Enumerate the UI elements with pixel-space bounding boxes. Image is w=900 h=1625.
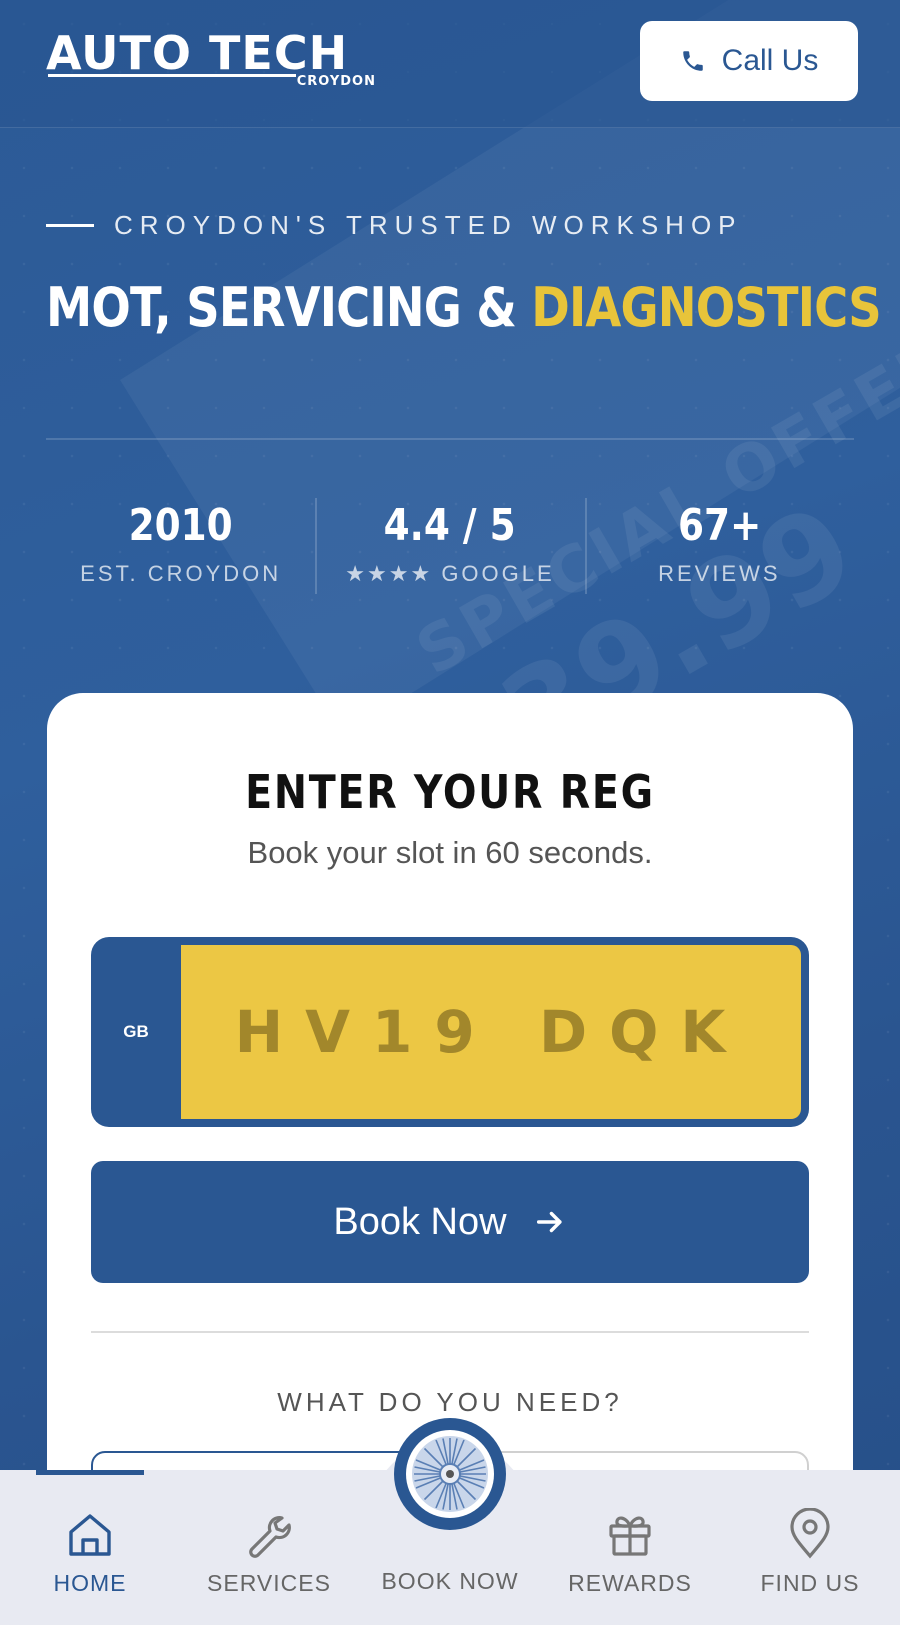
stat-label: GOOGLE: [441, 561, 555, 586]
nav-find-us-label: FIND US: [760, 1570, 860, 1596]
nav-home-label: HOME: [53, 1570, 127, 1596]
location-pin-icon: [790, 1508, 830, 1559]
eyebrow-dash: [46, 224, 94, 227]
service-choice-heading: WHAT DO YOU NEED?: [277, 1387, 623, 1417]
book-now-label: Book Now: [333, 1200, 507, 1243]
logo-sub-text: CROYDON: [296, 74, 376, 89]
headline-white: MOT, SERVICING &: [46, 276, 532, 339]
stat-value: 2010: [128, 500, 233, 551]
phone-icon: [682, 51, 703, 71]
wheel-icon: [406, 1430, 494, 1518]
nav-services-label: SERVICES: [207, 1570, 331, 1596]
arrow-right-icon: [536, 1211, 562, 1233]
home-icon: [69, 1514, 111, 1556]
gift-icon: [609, 1516, 651, 1556]
booking-subtitle: Book your slot in 60 seconds.: [247, 835, 653, 870]
stat-reviews: 67+ REVIEWS: [584, 490, 854, 600]
registration-input[interactable]: [181, 998, 801, 1066]
nav-home[interactable]: HOME: [5, 1508, 175, 1597]
eyebrow-text: CROYDON'S TRUSTED WORKSHOP: [114, 210, 743, 240]
registration-plate-field: GB: [91, 937, 809, 1127]
headline-accent: DIAGNOSTICS: [531, 276, 881, 339]
nav-rewards[interactable]: REWARDS: [545, 1508, 715, 1597]
stat-label: REVIEWS: [658, 561, 781, 586]
call-us-button[interactable]: Call Us: [640, 21, 858, 101]
call-us-label: Call Us: [721, 44, 819, 77]
book-now-button[interactable]: Book Now: [91, 1161, 809, 1283]
site-header: AUTO TECH CROYDON Call Us: [0, 0, 900, 128]
book-now-fab[interactable]: [394, 1418, 506, 1530]
plate-yellow-area: [181, 945, 801, 1119]
stat-google-rating: 4.4 / 5 ★★★★ GOOGLE: [315, 490, 584, 600]
country-code-badge: GB: [123, 1022, 149, 1041]
card-divider: [91, 1331, 809, 1333]
logo-main-text: AUTO TECH: [46, 26, 349, 80]
page-title: MOT, SERVICING & DIAGNOSTICS: [46, 276, 882, 339]
nav-services[interactable]: SERVICES: [184, 1508, 354, 1597]
nav-book-now-label[interactable]: BOOK NOW: [360, 1568, 540, 1595]
stat-label: EST. CROYDON: [80, 561, 282, 586]
hero-divider: [46, 438, 854, 440]
stats-row: 2010 EST. CROYDON 4.4 / 5 ★★★★ GOOGLE 67…: [46, 490, 854, 600]
active-tab-indicator: [36, 1470, 144, 1475]
logo-underline: [48, 74, 296, 77]
stat-established: 2010 EST. CROYDON: [46, 490, 315, 600]
stat-label-row: ★★★★ GOOGLE: [315, 561, 584, 587]
stat-value: 67+: [677, 500, 762, 551]
nav-rewards-label: REWARDS: [568, 1570, 692, 1596]
stat-value: 4.4 / 5: [383, 500, 516, 551]
star-rating-icons: ★★★★: [345, 561, 433, 586]
logo[interactable]: AUTO TECH CROYDON: [46, 30, 376, 94]
hero-eyebrow: CROYDON'S TRUSTED WORKSHOP: [46, 210, 743, 241]
nav-find-us[interactable]: FIND US: [725, 1508, 895, 1597]
booking-title: ENTER YOUR REG: [245, 765, 655, 819]
wrench-icon: [249, 1516, 291, 1558]
